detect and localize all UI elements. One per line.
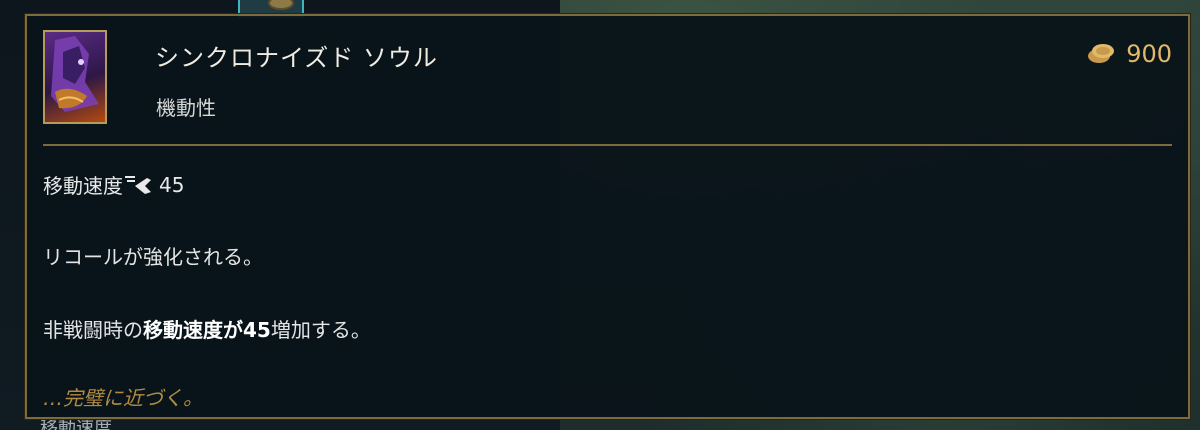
item-tooltip: シンクロナイズド ソウル 機動性 900 移動速度 45 リコールが強化される。… xyxy=(24,13,1191,420)
description-move-speed: 非戦闘時の移動速度が45増加する。 xyxy=(43,314,371,343)
boot-speed-icon xyxy=(125,175,151,194)
synchronized-souls-boots-icon xyxy=(43,30,107,124)
item-cost-value: 900 xyxy=(1126,40,1172,68)
stat-value: 45 xyxy=(159,172,185,197)
stat-move-speed: 移動速度 45 xyxy=(43,170,184,199)
description-prefix: 非戦闘時の xyxy=(43,318,143,342)
item-category: 機動性 xyxy=(156,96,216,120)
description-suffix: 増加する。 xyxy=(270,318,371,342)
flavor-text: …完璧に近づく。 xyxy=(43,386,203,410)
stat-label: 移動速度 xyxy=(43,174,123,198)
item-name: シンクロナイズド ソウル xyxy=(155,44,438,72)
description-highlight: 移動速度が45 xyxy=(143,318,271,342)
header-divider xyxy=(43,144,1172,146)
item-cost: 900 xyxy=(1086,40,1172,68)
gold-coin-icon xyxy=(1088,44,1115,63)
description-recall: リコールが強化される。 xyxy=(43,245,263,269)
